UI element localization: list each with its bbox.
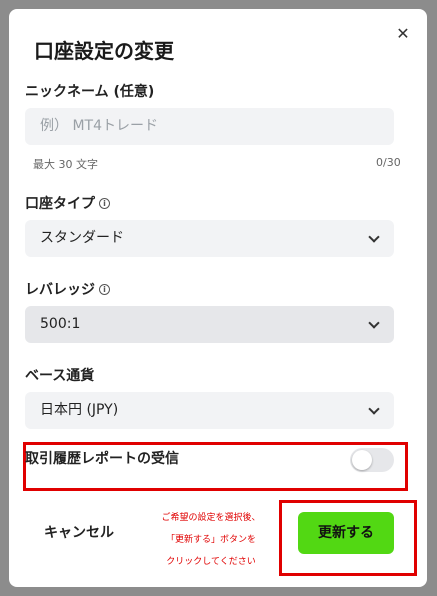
chevron-down-icon (368, 403, 380, 415)
annotation-line-3: クリックしてください (166, 557, 256, 567)
nickname-char-count: 0/30 (376, 156, 401, 169)
cancel-button[interactable]: キャンセル (44, 522, 114, 542)
account-type-label: 口座タイプ i (25, 193, 110, 213)
close-icon[interactable]: ✕ (394, 25, 412, 43)
report-toggle[interactable] (350, 448, 394, 472)
nickname-placeholder: 例） MT4トレード (40, 118, 158, 134)
nickname-input[interactable]: 例） MT4トレード (25, 108, 394, 145)
leverage-value: 500:1 (40, 316, 81, 332)
nickname-label-text: ニックネーム (任意) (25, 84, 155, 100)
toggle-knob (352, 450, 372, 470)
nickname-max-hint: 最大 30 文字 (33, 158, 98, 171)
base-currency-label-text: ベース通貨 (25, 368, 95, 384)
base-currency-value: 日本円 (JPY) (40, 402, 119, 418)
leverage-select[interactable]: 500:1 (25, 306, 394, 343)
leverage-label: レバレッジ i (25, 279, 110, 299)
leverage-label-text: レバレッジ (25, 282, 95, 298)
info-icon[interactable]: i (99, 283, 110, 295)
chevron-down-icon (368, 231, 380, 243)
base-currency-select[interactable]: 日本円 (JPY) (25, 392, 394, 429)
annotation-line-2: 「更新する」ボタンを (165, 535, 256, 545)
report-label: 取引履歴レポートの受信 (25, 451, 179, 467)
account-type-label-text: 口座タイプ (25, 196, 95, 212)
base-currency-label: ベース通貨 (25, 365, 94, 385)
dialog-title: 口座設定の変更 (34, 39, 174, 63)
info-icon[interactable]: i (99, 197, 110, 209)
account-type-value: スタンダード (40, 230, 124, 246)
nickname-label: ニックネーム (任意) (25, 81, 154, 101)
chevron-down-icon (368, 317, 380, 329)
annotation-line-1: ご希望の設定を選択後、 (161, 513, 261, 523)
account-type-select[interactable]: スタンダード (25, 220, 394, 257)
update-button[interactable]: 更新する (298, 512, 394, 554)
